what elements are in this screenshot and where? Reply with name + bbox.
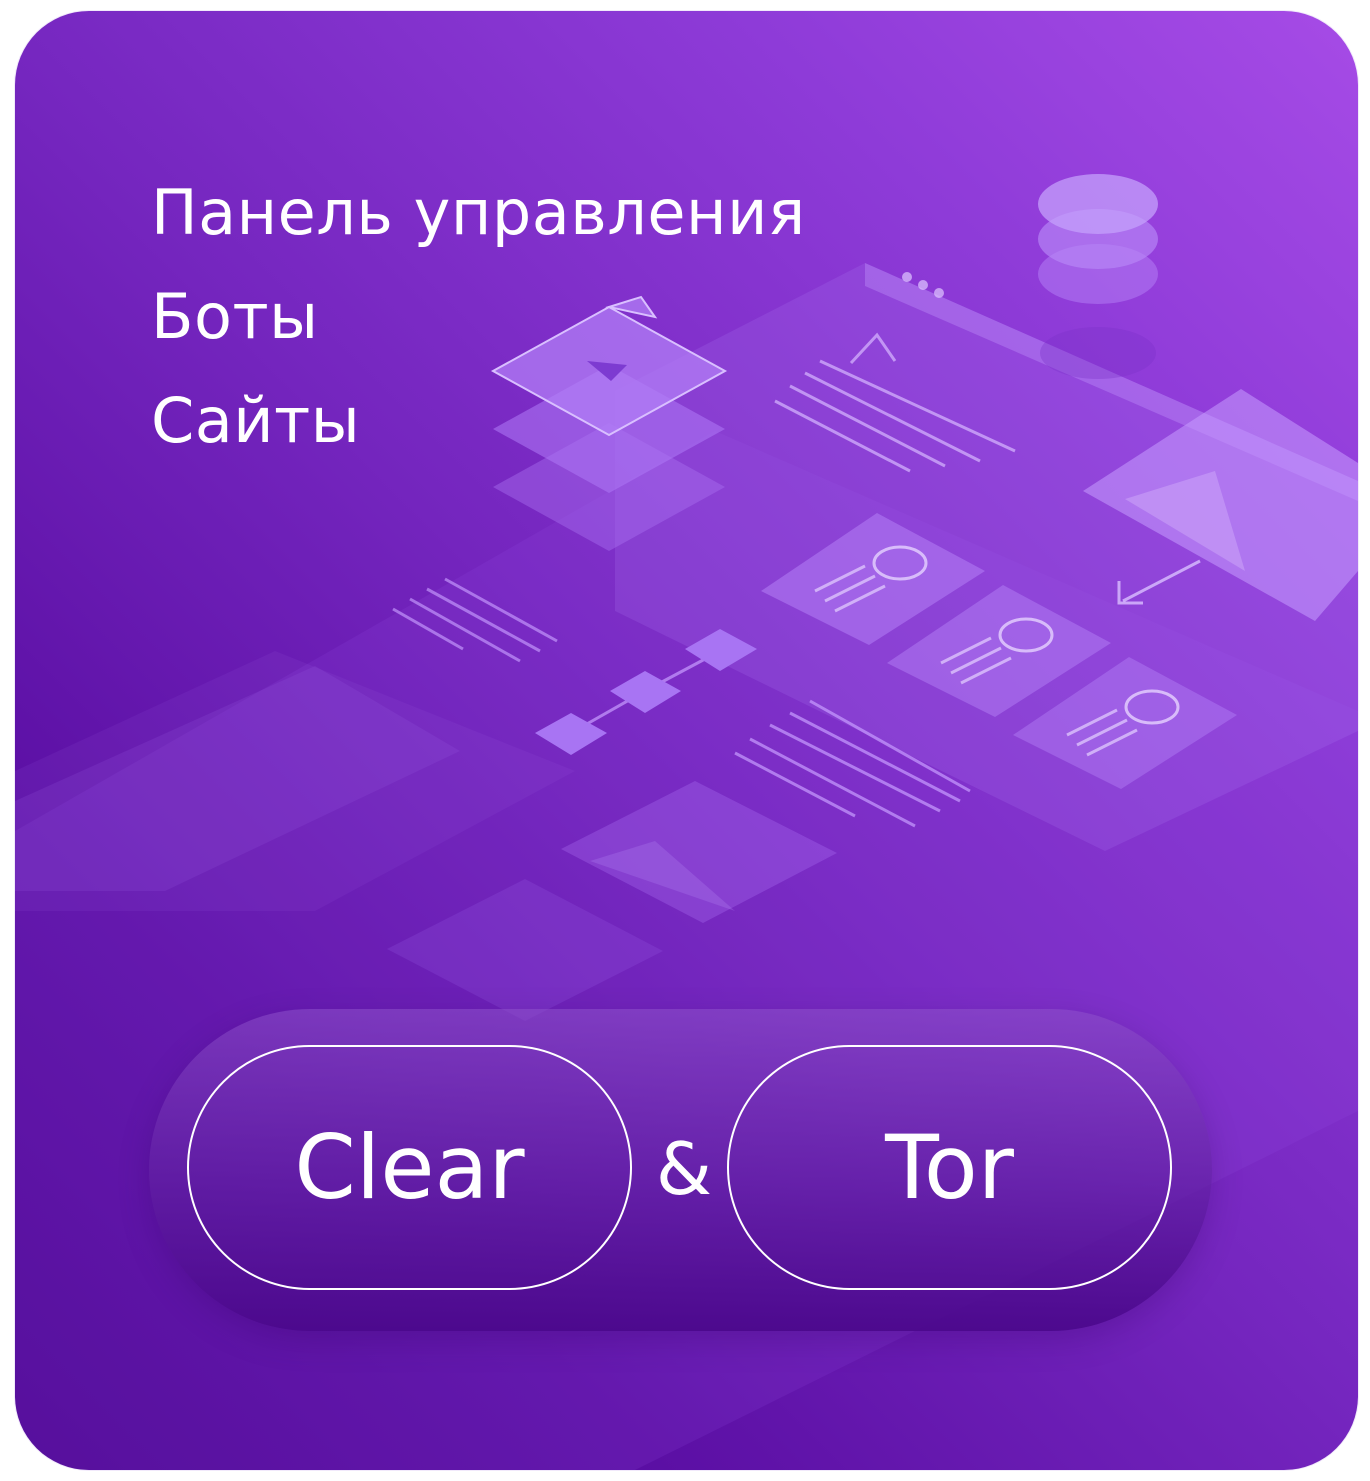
database-disk-1 — [1038, 174, 1158, 234]
buttons-tray: Clear & Tor — [149, 1009, 1212, 1331]
promo-card: Панель управления Боты Сайты Clear & Tor — [15, 11, 1358, 1470]
window-dot-3 — [934, 288, 944, 298]
database-shadow — [1040, 327, 1156, 379]
clear-button[interactable]: Clear — [187, 1045, 632, 1290]
menu-item-bots[interactable]: Боты — [151, 265, 806, 369]
main-menu: Панель управления Боты Сайты — [151, 161, 806, 473]
window-dot-2 — [918, 280, 928, 290]
ampersand-separator: & — [655, 1127, 713, 1211]
tor-button[interactable]: Tor — [727, 1045, 1172, 1290]
menu-item-control-panel[interactable]: Панель управления — [151, 161, 806, 265]
window-dot-1 — [902, 272, 912, 282]
menu-item-sites[interactable]: Сайты — [151, 369, 806, 473]
